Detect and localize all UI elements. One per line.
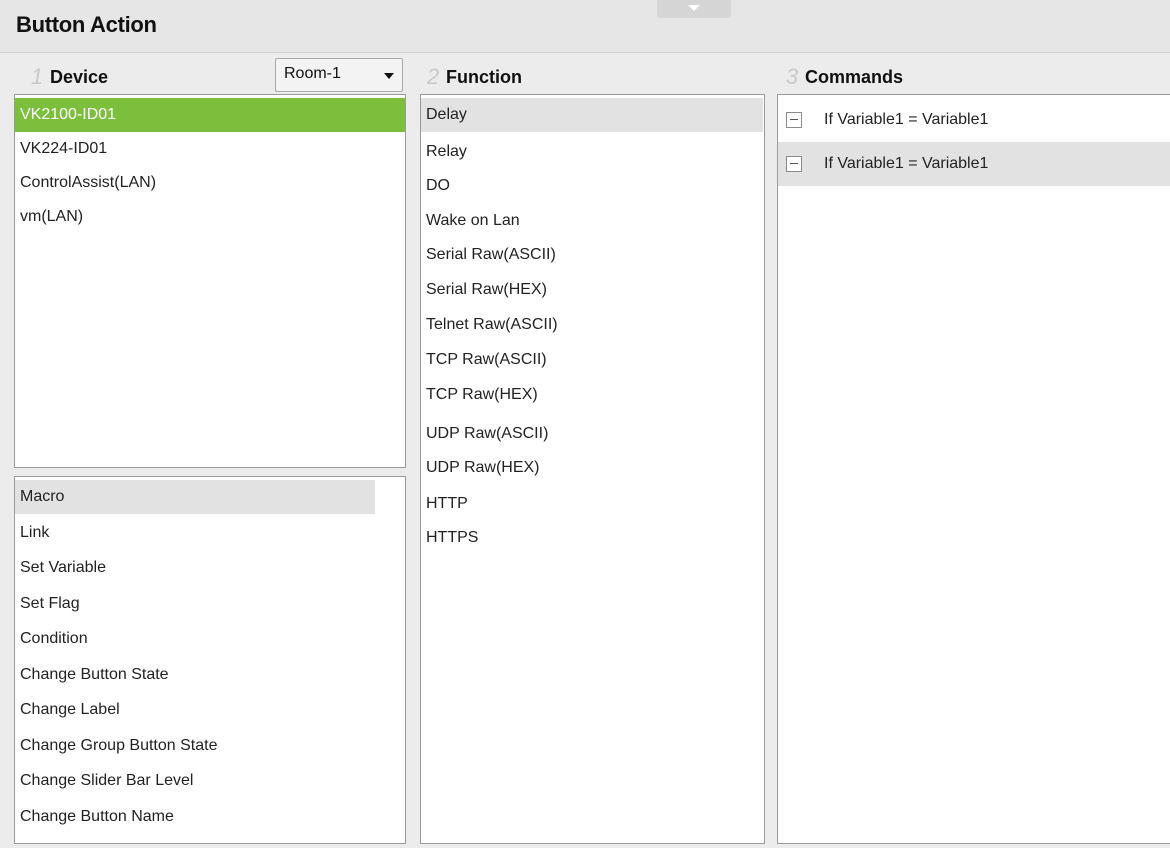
collapse-box-icon[interactable] <box>786 112 802 128</box>
function-item[interactable]: Relay <box>421 135 764 169</box>
room-select-value: Room-1 <box>284 65 341 82</box>
chevron-down-icon <box>384 73 394 79</box>
action-item[interactable]: Change Group Button State <box>15 729 405 763</box>
step-number-3: 3 <box>785 64 799 89</box>
device-item[interactable]: vm(LAN) <box>15 200 405 234</box>
command-text: If Variable1 = Variable1 <box>824 155 989 172</box>
device-header: 1 Device <box>30 62 108 92</box>
title-bar: Button Action <box>0 0 1170 53</box>
action-item[interactable]: Macro <box>15 480 375 514</box>
function-item[interactable]: DO <box>421 169 764 203</box>
function-item[interactable]: UDP Raw(HEX) <box>421 451 764 485</box>
action-item[interactable]: Change Label <box>15 693 405 727</box>
button-action-window: Button Action 1 Device Room-1 2 Function… <box>0 0 1170 848</box>
action-item[interactable]: Set Flag <box>15 587 405 621</box>
device-list[interactable]: VK2100-ID01 VK224-ID01 ControlAssist(LAN… <box>14 94 406 468</box>
command-text: If Variable1 = Variable1 <box>824 111 989 128</box>
device-item[interactable]: ControlAssist(LAN) <box>15 166 405 200</box>
function-label: Function <box>446 66 522 87</box>
collapse-toggle[interactable] <box>657 0 731 18</box>
function-item[interactable]: Telnet Raw(ASCII) <box>421 308 764 342</box>
chevron-down-icon <box>688 5 700 11</box>
room-select[interactable]: Room-1 <box>275 58 403 92</box>
function-item[interactable]: Serial Raw(ASCII) <box>421 238 764 272</box>
function-item[interactable]: HTTP <box>421 487 764 521</box>
action-list[interactable]: Macro Link Set Variable Set Flag Conditi… <box>14 476 406 844</box>
function-item[interactable]: Delay <box>421 98 763 132</box>
function-list[interactable]: Delay Relay DO Wake on Lan Serial Raw(AS… <box>420 94 765 844</box>
commands-label: Commands <box>805 66 904 87</box>
collapse-box-icon[interactable] <box>786 156 802 172</box>
function-item[interactable]: UDP Raw(ASCII) <box>421 417 764 451</box>
step-number-2: 2 <box>426 64 440 89</box>
commands-list[interactable]: If Variable1 = Variable1 If Variable1 = … <box>777 94 1170 844</box>
function-item[interactable]: TCP Raw(HEX) <box>421 378 764 412</box>
step-number-1: 1 <box>30 64 44 89</box>
device-item[interactable]: VK224-ID01 <box>15 132 405 166</box>
window-title: Button Action <box>16 12 157 37</box>
action-item[interactable]: Change Button Name <box>15 800 405 834</box>
function-item[interactable]: Wake on Lan <box>421 204 764 238</box>
device-item[interactable]: VK2100-ID01 <box>15 98 405 132</box>
action-item[interactable]: Condition <box>15 622 405 656</box>
action-item[interactable]: Change Button State <box>15 658 405 692</box>
action-item[interactable]: Set Variable <box>15 551 405 585</box>
action-item[interactable]: Link <box>15 516 405 550</box>
command-row[interactable]: If Variable1 = Variable1 <box>778 98 1170 142</box>
device-label: Device <box>50 66 109 87</box>
commands-header: 3 Commands <box>785 62 903 92</box>
function-header: 2 Function <box>426 62 522 92</box>
action-item[interactable]: Change Slider Bar Level <box>15 764 405 798</box>
function-item[interactable]: HTTPS <box>421 521 764 555</box>
function-item[interactable]: Serial Raw(HEX) <box>421 273 764 307</box>
function-item[interactable]: TCP Raw(ASCII) <box>421 343 764 377</box>
command-row[interactable]: If Variable1 = Variable1 <box>778 142 1170 186</box>
